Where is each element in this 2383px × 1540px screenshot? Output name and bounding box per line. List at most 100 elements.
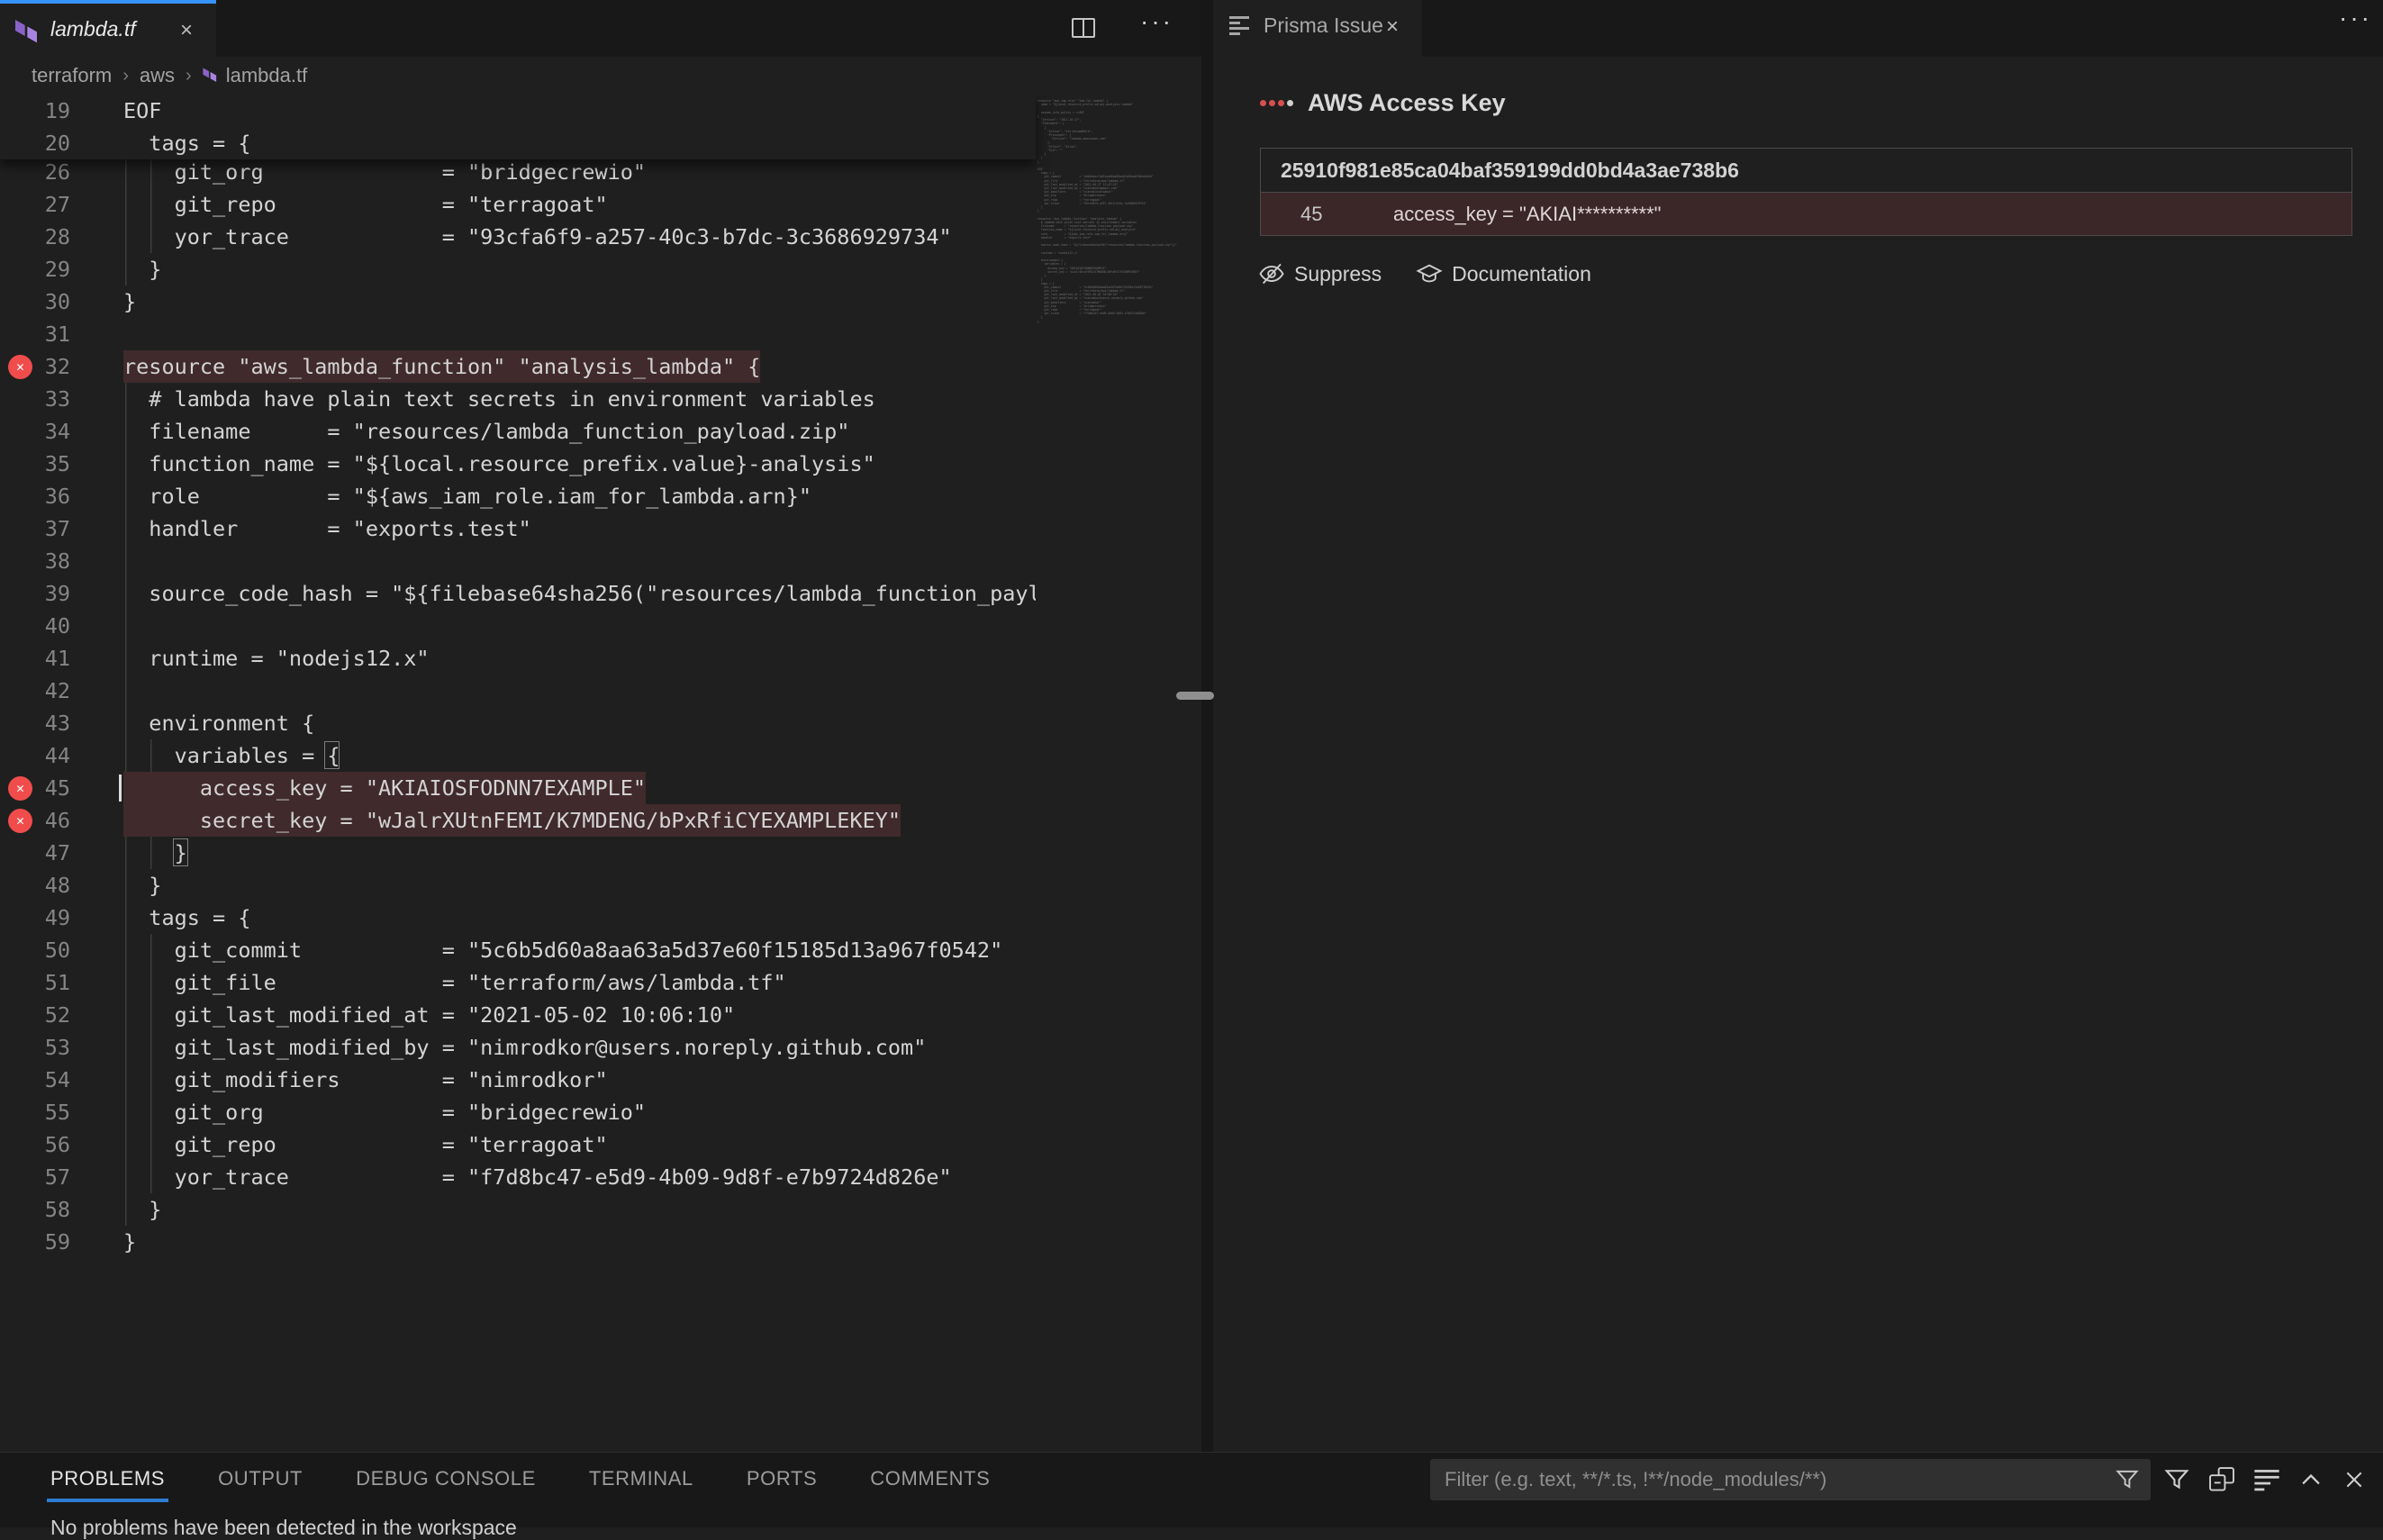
- code-line[interactable]: ✕ 26 git_org = "bridgecrewio": [0, 156, 1036, 188]
- code-line[interactable]: ✕ 57 yor_trace = "f7d8bc47-e5d9-4b09-9d8…: [0, 1161, 1036, 1193]
- code-line[interactable]: ✕ 31: [0, 318, 1036, 350]
- code-line[interactable]: ✕ 50 git_commit = "5c6b5d60a8aa63a5d37e6…: [0, 934, 1036, 966]
- code-line[interactable]: ✕ 36 role = "${aws_iam_role.iam_for_lamb…: [0, 480, 1036, 512]
- filter-input[interactable]: [1430, 1459, 2151, 1500]
- code-text: handler = "exports.test": [123, 512, 531, 545]
- sash-drag-handle[interactable]: [1176, 692, 1214, 700]
- tab-lambda-tf[interactable]: lambda.tf ×: [0, 0, 216, 57]
- line-number: 33: [0, 383, 70, 415]
- close-panel-icon[interactable]: [2342, 1467, 2367, 1492]
- maximize-panel-icon[interactable]: [2298, 1467, 2324, 1492]
- minimap-content: resource "aws_iam_role" "iam_for_lambda"…: [1037, 99, 1189, 323]
- filter-icon[interactable]: [2163, 1466, 2190, 1493]
- code-text: # lambda have plain text secrets in envi…: [123, 383, 875, 415]
- code-line[interactable]: ✕ 45 access_key = "AKIAIOSFODNN7EXAMPLE": [0, 772, 1036, 804]
- code-line[interactable]: ✕ 52 git_last_modified_at = "2021-05-02 …: [0, 999, 1036, 1031]
- problems-filter: [1430, 1459, 2151, 1500]
- code-line[interactable]: ✕ 56 git_repo = "terragoat": [0, 1128, 1036, 1161]
- panel-actions: ···: [2339, 4, 2372, 32]
- code-text: git_repo = "terragoat": [123, 188, 608, 221]
- code-line[interactable]: ✕ 39 source_code_hash = "${filebase64sha…: [0, 577, 1036, 610]
- code-line[interactable]: ✕ 37 handler = "exports.test": [0, 512, 1036, 545]
- breadcrumb-folder[interactable]: aws: [140, 64, 175, 87]
- code-text: yor_trace = "93cfa6f9-a257-40c3-b7dc-3c3…: [123, 221, 952, 253]
- problems-status-text: No problems have been detected in the wo…: [50, 1516, 517, 1540]
- code-area[interactable]: ✕ 26 git_org = "bridgecrewio" ✕ 27 git_r…: [0, 95, 1036, 1452]
- terraform-icon: [203, 67, 219, 85]
- bottom-panel: PROBLEMS OUTPUT DEBUG CONSOLE TERMINAL P…: [0, 1452, 2383, 1527]
- line-number: 52: [0, 999, 70, 1031]
- panel-toolbar: [2163, 1459, 2367, 1500]
- code-line[interactable]: ✕ 54 git_modifiers = "nimrodkor": [0, 1064, 1036, 1096]
- code-text: filename = "resources/lambda_function_pa…: [123, 415, 849, 448]
- panel-tab[interactable]: PROBLEMS: [50, 1467, 165, 1490]
- code-line[interactable]: ✕ 59 }: [0, 1226, 1036, 1258]
- code-line[interactable]: ✕ 38: [0, 545, 1036, 577]
- code-line[interactable]: ✕ 33 # lambda have plain text secrets in…: [0, 383, 1036, 415]
- code-line[interactable]: ✕ 40: [0, 610, 1036, 642]
- code-line[interactable]: ✕ 46 secret_key = "wJalrXUtnFEMI/K7MDENG…: [0, 804, 1036, 837]
- code-line[interactable]: ✕ 53 git_last_modified_by = "nimrodkor@u…: [0, 1031, 1036, 1064]
- code-line[interactable]: ✕ 42: [0, 675, 1036, 707]
- line-number: 43: [0, 707, 70, 739]
- code-line[interactable]: ✕ 35 function_name = "${local.resource_p…: [0, 448, 1036, 480]
- code-line[interactable]: ✕ 55 git_org = "bridgecrewio": [0, 1096, 1036, 1128]
- split-editor-icon[interactable]: [1072, 18, 1095, 38]
- code-line[interactable]: ✕ 44 variables = {: [0, 739, 1036, 772]
- code-line[interactable]: ✕ 58 }: [0, 1193, 1036, 1226]
- code-line[interactable]: ✕ 49 tags = {: [0, 901, 1036, 934]
- line-number: 20: [0, 127, 70, 159]
- code-text: EOF: [123, 95, 161, 127]
- tab-prisma-issue[interactable]: Prisma Issue ×: [1213, 0, 1422, 57]
- line-number: 47: [0, 837, 70, 869]
- code-text: }: [123, 253, 161, 285]
- panel-tab[interactable]: TERMINAL: [589, 1467, 693, 1490]
- code-text: access_key = "AKIAIOSFODNN7EXAMPLE": [123, 772, 646, 804]
- panel-tab[interactable]: PORTS: [747, 1467, 817, 1490]
- code-text: git_commit = "5c6b5d60a8aa63a5d37e60f151…: [123, 934, 1002, 966]
- code-line[interactable]: ✕ 29 }: [0, 253, 1036, 285]
- code-line[interactable]: ✕ 48 }: [0, 869, 1036, 901]
- panel-tab[interactable]: OUTPUT: [218, 1467, 303, 1490]
- close-tab-icon[interactable]: ×: [180, 17, 193, 44]
- code-line[interactable]: ✕ 32 resource "aws_lambda_function" "ana…: [0, 350, 1036, 383]
- code-line[interactable]: ✕ 30 }: [0, 285, 1036, 318]
- issue-line-number: 45: [1300, 193, 1322, 236]
- code-line[interactable]: ✕ 41 runtime = "nodejs12.x": [0, 642, 1036, 675]
- line-number: 36: [0, 480, 70, 512]
- code-line[interactable]: ✕ 27 git_repo = "terragoat": [0, 188, 1036, 221]
- line-number: 45: [0, 772, 70, 804]
- code-line[interactable]: ✕ 51 git_file = "terraform/aws/lambda.tf…: [0, 966, 1036, 999]
- breadcrumb-folder[interactable]: terraform: [32, 64, 112, 87]
- line-number: 19: [0, 95, 70, 127]
- sticky-scroll[interactable]: 19 EOF 20 tags = {: [0, 95, 1036, 159]
- panel-tab[interactable]: COMMENTS: [870, 1467, 990, 1490]
- issue-code-row[interactable]: 45 access_key = "AKIAI**********": [1261, 192, 2351, 235]
- more-actions-icon[interactable]: ···: [2339, 4, 2372, 32]
- panel-tab[interactable]: DEBUG CONSOLE: [356, 1467, 536, 1490]
- line-number: 38: [0, 545, 70, 577]
- documentation-label: Documentation: [1452, 262, 1591, 286]
- prisma-issue-group: Prisma Issue × ··· AWS Access Key 25910f…: [1213, 0, 2383, 1452]
- issue-heading: AWS Access Key: [1260, 89, 1506, 117]
- issue-actions: Suppress Documentation: [1258, 260, 1591, 287]
- view-as-list-icon[interactable]: [2253, 1466, 2280, 1493]
- code-line[interactable]: ✕ 28 yor_trace = "93cfa6f9-a257-40c3-b7d…: [0, 221, 1036, 253]
- documentation-button[interactable]: Documentation: [1416, 260, 1591, 287]
- breadcrumb-file[interactable]: lambda.tf: [203, 64, 308, 87]
- code-line[interactable]: ✕ 43 environment {: [0, 707, 1036, 739]
- more-actions-icon[interactable]: ···: [1140, 7, 1173, 36]
- suppress-button[interactable]: Suppress: [1258, 260, 1382, 287]
- sticky-line[interactable]: 19 EOF: [0, 95, 1036, 127]
- sticky-line[interactable]: 20 tags = {: [0, 127, 1036, 159]
- code-line[interactable]: ✕ 47 }: [0, 837, 1036, 869]
- minimap[interactable]: resource "aws_iam_role" "iam_for_lambda"…: [1037, 99, 1189, 477]
- code-text: }: [123, 1226, 136, 1258]
- code-line[interactable]: ✕ 34 filename = "resources/lambda_functi…: [0, 415, 1036, 448]
- collapse-all-icon[interactable]: [2208, 1466, 2235, 1493]
- editor-group-divider: [1201, 0, 1213, 1452]
- close-tab-icon[interactable]: ×: [1386, 14, 1399, 41]
- line-number: 46: [0, 804, 70, 837]
- filter-funnel-icon[interactable]: [2115, 1467, 2140, 1492]
- code-text: git_last_modified_by = "nimrodkor@users.…: [123, 1031, 926, 1064]
